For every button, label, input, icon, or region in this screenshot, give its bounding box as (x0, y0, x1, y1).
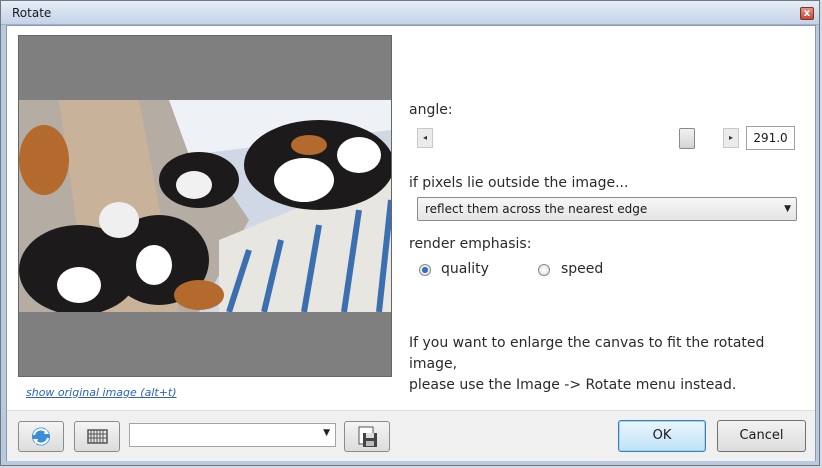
bottom-toolbar: ▼ OK Cancel (7, 410, 815, 461)
rotated-image (19, 100, 391, 312)
title-bar: Rotate x (1, 1, 819, 25)
chevron-down-icon: ▼ (323, 428, 330, 438)
render-emphasis-label: render emphasis: (409, 236, 532, 252)
quality-radio-label[interactable]: quality (441, 261, 489, 277)
grid-button[interactable] (74, 421, 120, 452)
info-line-2: please use the Image -> Rotate menu inst… (409, 377, 737, 393)
preset-combobox[interactable]: ▼ (129, 423, 336, 447)
cancel-button[interactable]: Cancel (717, 420, 806, 452)
chevron-down-icon: ▼ (784, 204, 791, 214)
dialog-body: show original image (alt+t) angle: ◂ ▸ 2… (6, 25, 816, 461)
quality-radio[interactable] (419, 264, 431, 276)
speed-radio[interactable] (538, 264, 550, 276)
grid-icon (87, 429, 108, 444)
save-icon (358, 426, 377, 447)
edge-behavior-label: if pixels lie outside the image... (409, 175, 629, 191)
chevron-left-icon: ◂ (422, 133, 427, 142)
rotate-dialog: Rotate x show original image (alt+t) ang… (0, 0, 820, 466)
info-text: If you want to enlarge the canvas to fit… (409, 333, 809, 396)
info-line-1: If you want to enlarge the canvas to fit… (409, 335, 765, 372)
angle-value-input[interactable]: 291.0 (746, 126, 795, 150)
close-button[interactable]: x (800, 7, 814, 20)
close-icon: x (803, 8, 811, 19)
refresh-icon (32, 427, 50, 446)
show-original-link[interactable]: show original image (alt+t) (26, 386, 177, 399)
angle-slider-thumb[interactable] (679, 128, 695, 149)
angle-increase-button[interactable]: ▸ (723, 128, 739, 148)
edge-behavior-select[interactable]: reflect them across the nearest edge ▼ (417, 197, 797, 221)
speed-radio-label[interactable]: speed (561, 261, 603, 277)
preview-pane (18, 35, 392, 377)
angle-label: angle: (409, 102, 453, 118)
ok-button[interactable]: OK (618, 420, 706, 452)
save-preset-button[interactable] (344, 421, 390, 452)
angle-decrease-button[interactable]: ◂ (417, 128, 433, 148)
window-title: Rotate (12, 6, 52, 20)
chevron-right-icon: ▸ (728, 133, 733, 142)
reset-button[interactable] (18, 421, 64, 452)
edge-behavior-value: reflect them across the nearest edge (425, 202, 648, 216)
